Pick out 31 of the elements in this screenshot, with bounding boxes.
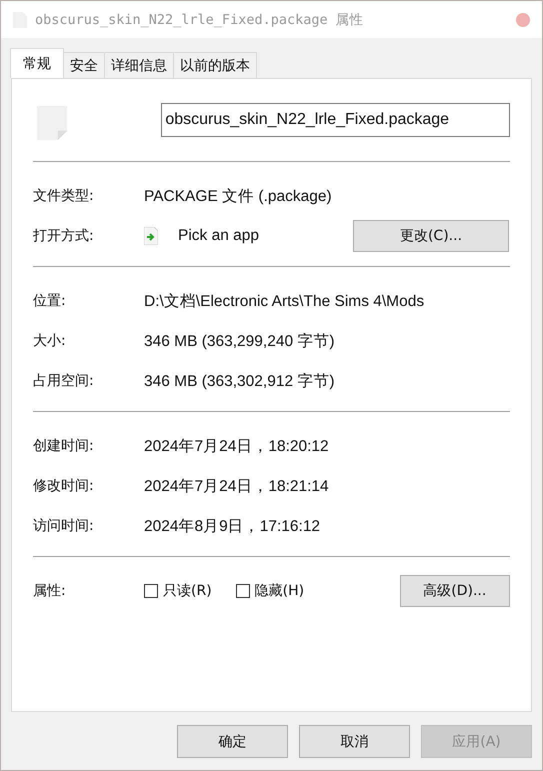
- app-file-icon: [144, 227, 158, 245]
- field-label: 文件类型:: [33, 187, 95, 205]
- change-button[interactable]: 更改(C)...: [353, 220, 509, 252]
- checkbox-label[interactable]: 隐藏(H): [254, 582, 304, 600]
- tab[interactable]: 常规: [10, 48, 64, 78]
- field-label: 创建时间:: [33, 437, 95, 455]
- field-label: 修改时间:: [33, 477, 95, 495]
- field-value: 2024年7月24日，18:20:12: [144, 436, 329, 456]
- field-value: 2024年7月24日，18:21:14: [144, 476, 329, 496]
- field-value: PACKAGE 文件 (.package): [144, 186, 332, 206]
- tab[interactable]: 以前的版本: [173, 52, 257, 78]
- file-icon: [37, 105, 68, 141]
- dialog-button[interactable]: 取消: [299, 725, 410, 758]
- field-label: 属性:: [33, 582, 67, 600]
- field-label: 打开方式:: [33, 227, 95, 245]
- checkbox[interactable]: [236, 584, 250, 598]
- field-label: 访问时间:: [33, 517, 95, 535]
- checkbox[interactable]: [144, 584, 158, 598]
- file-name-field[interactable]: obscurus_skin_N22_lrle_Fixed.package: [161, 103, 510, 137]
- field-value: Pick an app: [178, 227, 260, 245]
- field-label: 占用空间:: [33, 372, 95, 390]
- advanced-button[interactable]: 高级(D)...: [400, 575, 510, 607]
- field-value: 2024年8月9日，17:16:12: [144, 516, 320, 536]
- field-value: D:\文档\Electronic Arts\The Sims 4\Mods: [144, 292, 424, 312]
- field-label: 位置:: [33, 292, 67, 310]
- field-label: 大小:: [33, 332, 67, 350]
- field-value: 346 MB (363,302,912 字节): [144, 372, 335, 392]
- checkbox-label[interactable]: 只读(R): [163, 582, 212, 600]
- window-title: obscurus_skin_N22_lrle_Fixed.package 属性: [35, 10, 365, 28]
- field-value: 346 MB (363,299,240 字节): [144, 332, 335, 352]
- dialog-button[interactable]: 确定: [177, 725, 288, 758]
